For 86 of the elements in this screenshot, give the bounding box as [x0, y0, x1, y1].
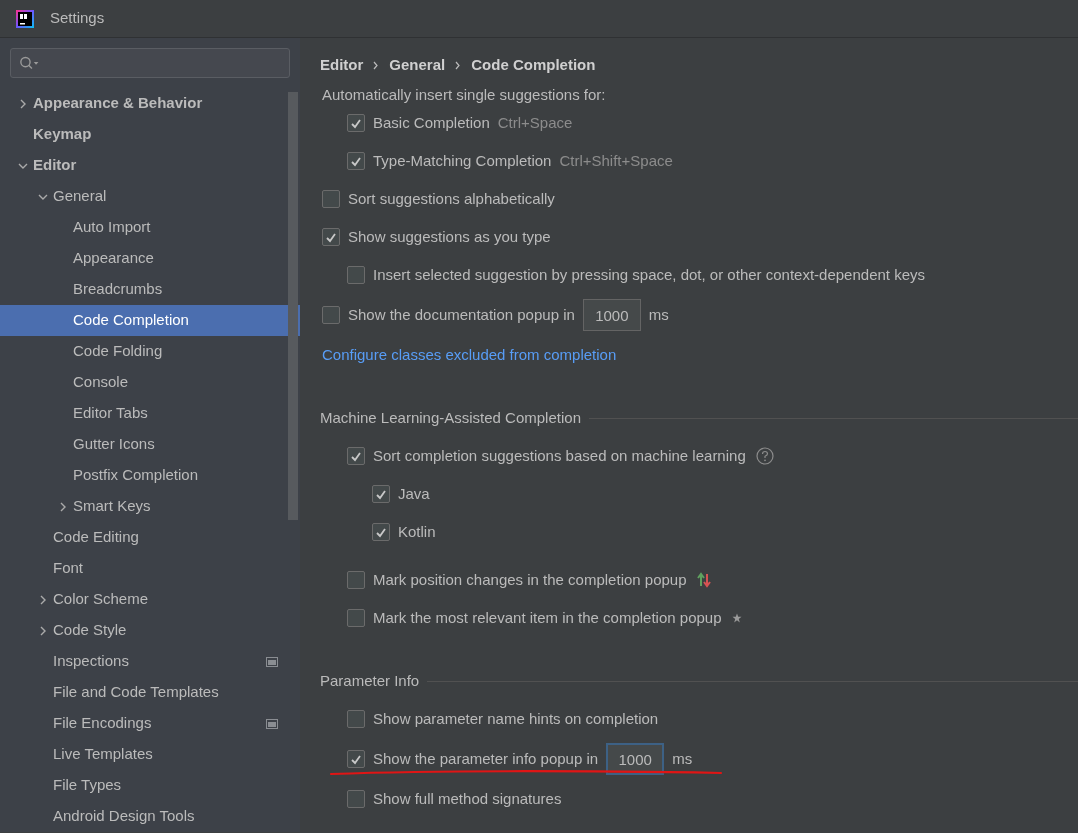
number-field[interactable]: 1000 [582, 299, 641, 331]
checkbox-label: Java [398, 483, 430, 504]
tree-item[interactable]: Code Folding [0, 336, 300, 367]
check-icon [350, 155, 362, 167]
tree-item[interactable]: Code Style [0, 615, 300, 646]
checkbox-label: Show suggestions as you type [348, 226, 551, 247]
tree-item[interactable]: General [0, 181, 300, 212]
breadcrumb-item[interactable]: Code Completion [471, 53, 596, 77]
tree-item[interactable]: Code Completion [0, 305, 300, 336]
checkbox-label: Show the parameter info popup in [373, 748, 599, 769]
unit-label: ms [672, 748, 693, 769]
checkbox[interactable] [322, 306, 340, 324]
tree-item[interactable]: Font [0, 553, 300, 584]
tree-item[interactable]: Inspections [0, 646, 300, 677]
tree-item[interactable]: Appearance [0, 243, 300, 274]
tree-item[interactable]: Gutter Icons [0, 429, 300, 460]
checkbox-label: Sort completion suggestions based on machine learning [373, 445, 746, 466]
breadcrumb-item[interactable]: General [389, 53, 446, 77]
tree-item[interactable]: Auto Import [0, 212, 300, 243]
checkbox[interactable] [347, 790, 365, 808]
checkbox-label: Show parameter name hints on completion [373, 708, 659, 729]
check-icon [350, 450, 362, 462]
checkbox[interactable] [322, 228, 340, 246]
tree-item[interactable]: Smart Keys [0, 491, 300, 522]
star-icon [731, 613, 742, 623]
unit-label: ms [648, 304, 669, 325]
tree-item[interactable]: Color Scheme [0, 584, 300, 615]
check-icon [350, 117, 362, 129]
tree-item[interactable]: Postfix Completion [0, 460, 300, 491]
checkbox[interactable] [347, 710, 365, 728]
checkbox[interactable] [347, 609, 365, 627]
search-field[interactable] [10, 48, 290, 78]
up-down-arrows-icon [696, 572, 711, 588]
app-logo-icon [16, 9, 34, 28]
checkbox-label: Sort suggestions alphabetically [348, 188, 555, 209]
search-icon [19, 55, 40, 71]
tree-item[interactable]: Console [0, 367, 300, 398]
shortcut-hint: Ctrl+Space [497, 112, 573, 133]
breadcrumb-item[interactable]: Editor [320, 53, 364, 77]
checkbox-label: Insert selected suggestion by pressing space, dot, or other context-dependent keys [373, 264, 925, 285]
checkbox[interactable] [347, 114, 365, 132]
checkbox-label: Mark the most relevant item in the completion popup [373, 607, 722, 628]
checkbox[interactable] [347, 750, 365, 768]
check-icon [375, 526, 387, 538]
tree-item[interactable]: Breadcrumbs [0, 274, 300, 305]
tree-item[interactable]: Editor Tabs [0, 398, 300, 429]
checkbox-label: Mark position changes in the completion popup [373, 569, 687, 590]
tree-item[interactable]: Editor [0, 150, 300, 181]
checkbox-label: Basic Completion [373, 112, 490, 133]
check-icon [375, 488, 387, 500]
chevron-right-icon [455, 60, 462, 70]
checkbox-label: Kotlin [398, 521, 436, 542]
number-field[interactable]: 1000 [606, 743, 665, 775]
checkbox[interactable] [347, 571, 365, 589]
checkbox-label: Type-Matching Completion [373, 150, 552, 171]
tree-item[interactable]: File Encodings [0, 708, 300, 739]
chevron-right-icon [373, 60, 380, 70]
checkbox[interactable] [347, 266, 365, 284]
chevron-right-icon [18, 98, 28, 109]
section-title: Parameter Info [320, 670, 420, 691]
checkbox[interactable] [372, 485, 390, 503]
chevron-right-icon [38, 625, 48, 636]
checkbox[interactable] [322, 190, 340, 208]
tree-item[interactable]: Android Design Tools [0, 801, 300, 832]
help-icon [755, 447, 774, 465]
tree-item[interactable]: Keymap [0, 119, 300, 150]
checkbox[interactable] [372, 523, 390, 541]
check-icon [350, 753, 362, 765]
scrollbar[interactable] [288, 92, 298, 520]
section-label: Automatically insert single suggestions for: [322, 86, 606, 104]
tree-item[interactable]: Live Templates [0, 739, 300, 770]
chevron-right-icon [58, 501, 68, 512]
check-icon [325, 231, 337, 243]
checkbox-label: Show the documentation popup in [348, 304, 575, 325]
checkbox[interactable] [347, 152, 365, 170]
tree-item[interactable]: File and Code Templates [0, 677, 300, 708]
link[interactable]: Configure classes excluded from completion [322, 343, 617, 367]
chevron-right-icon [38, 594, 48, 605]
checkbox-label: Show full method signatures [373, 788, 562, 809]
tree-item[interactable]: Appearance & Behavior [0, 88, 300, 119]
window-title: Settings [50, 8, 105, 29]
shortcut-hint: Ctrl+Shift+Space [559, 150, 673, 171]
checkbox[interactable] [347, 447, 365, 465]
section-title: Machine Learning-Assisted Completion [320, 407, 581, 428]
tree-item[interactable]: File Types [0, 770, 300, 801]
tree-item[interactable]: Code Editing [0, 522, 300, 553]
